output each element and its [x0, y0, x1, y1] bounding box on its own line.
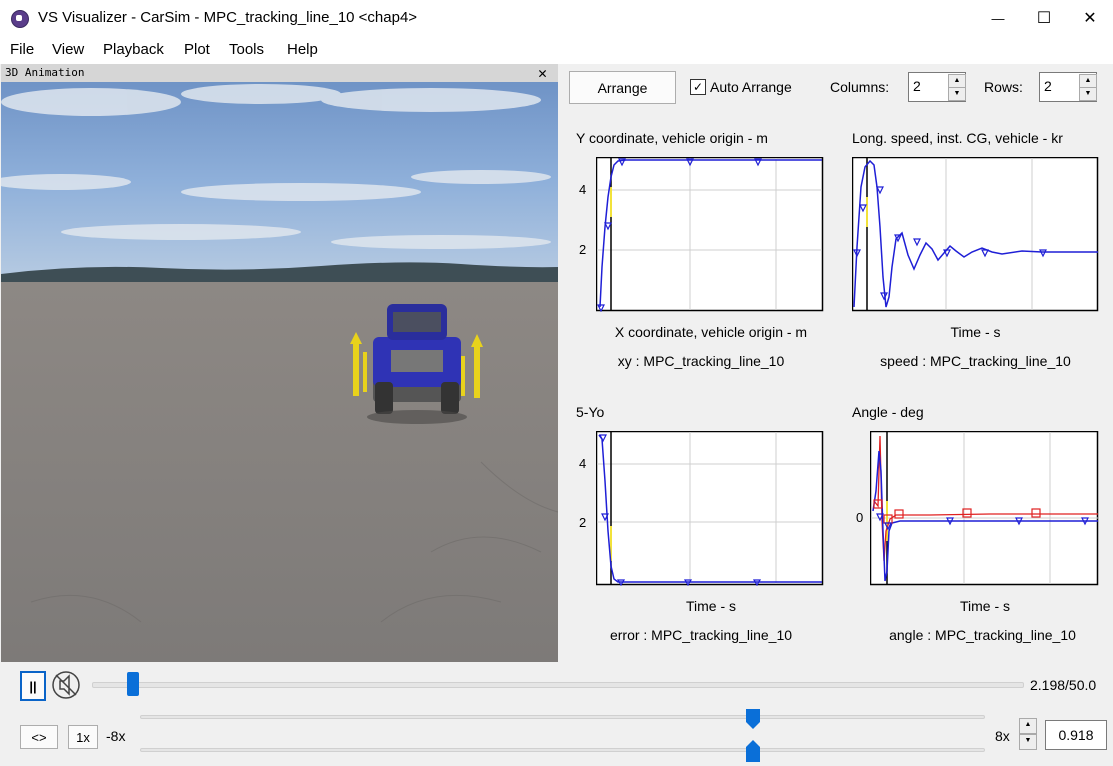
window-title: VS Visualizer - CarSim - MPC_tracking_li…: [38, 9, 418, 26]
speed-slider-thumb-lower[interactable]: [745, 739, 761, 763]
menu-view[interactable]: View: [52, 41, 84, 58]
plot-4-area[interactable]: [870, 431, 1099, 586]
menu-plot[interactable]: Plot: [184, 41, 210, 58]
animation-viewport[interactable]: [1, 82, 558, 662]
plot-3-legend: error : MPC_tracking_line_10: [609, 627, 793, 643]
plot-3-area[interactable]: [596, 431, 824, 586]
time-readout: 2.198/50.0: [1030, 677, 1097, 693]
minimize-button[interactable]: —: [975, 0, 1021, 36]
auto-arrange-label: Auto Arrange: [710, 79, 792, 95]
plot-2-area[interactable]: [852, 157, 1099, 312]
auto-arrange-checkbox[interactable]: ✓: [690, 79, 706, 95]
animation-panel: 3D Animation ✕: [1, 64, 558, 662]
speed-1x-label: 1x: [76, 729, 90, 745]
speed-min-label: -8x: [106, 728, 126, 744]
plot-3-title: 5-Yo: [576, 404, 605, 420]
plot-4-legend: angle : MPC_tracking_line_10: [889, 627, 1076, 643]
arrange-button[interactable]: Arrange: [569, 71, 676, 104]
plot-1-xlabel: X coordinate, vehicle origin - m: [614, 324, 808, 340]
reverse-icon: <>: [31, 729, 47, 745]
rows-up-icon[interactable]: ▲: [1079, 74, 1097, 88]
columns-down-icon[interactable]: ▼: [948, 87, 966, 101]
pause-button[interactable]: ||: [20, 671, 46, 701]
speed-max-label: 8x: [995, 728, 1010, 744]
rows-label: Rows:: [984, 79, 1023, 95]
minimize-icon: —: [991, 10, 1005, 26]
columns-value[interactable]: 2: [913, 78, 921, 94]
menu-file[interactable]: File: [10, 41, 34, 58]
close-icon: ✕: [1083, 10, 1097, 27]
plot-4-ytick: 0: [856, 510, 864, 525]
speed-1x-button[interactable]: 1x: [68, 725, 98, 749]
speed-slider-track[interactable]: [140, 715, 985, 719]
columns-spinbox[interactable]: 2 ▲ ▼: [908, 72, 966, 102]
plot-1-ytick: 4: [579, 182, 587, 197]
maximize-button[interactable]: ☐: [1021, 0, 1067, 36]
playback-controls: || 2.198/50.0 <> 1x -8x 8x ▲ ▼ 0.918: [0, 662, 1113, 766]
close-button[interactable]: ✕: [1067, 0, 1113, 36]
menu-playback[interactable]: Playback: [103, 41, 164, 58]
rows-down-icon[interactable]: ▼: [1079, 87, 1097, 101]
check-icon: ✓: [692, 80, 704, 94]
speed-slider-thumb[interactable]: [745, 708, 761, 730]
speed-value: 0.918: [1058, 727, 1094, 743]
plot-4-xlabel: Time - s: [959, 598, 1011, 614]
plot-1-area[interactable]: [596, 157, 824, 312]
plot-1-legend: xy : MPC_tracking_line_10: [617, 353, 785, 369]
speed-spinner[interactable]: ▲ ▼: [1019, 718, 1037, 750]
animation-header: 3D Animation ✕: [1, 64, 558, 82]
animation-title: 3D Animation: [5, 66, 85, 79]
rows-value[interactable]: 2: [1044, 78, 1052, 94]
plot-3-ytick: 4: [579, 456, 587, 471]
mute-icon: [52, 671, 80, 699]
menu-tools[interactable]: Tools: [229, 41, 264, 58]
speed-down-icon[interactable]: ▼: [1019, 734, 1037, 750]
maximize-icon: ☐: [1036, 10, 1052, 27]
app-icon: [11, 10, 29, 28]
menu-help[interactable]: Help: [287, 41, 318, 58]
time-slider-thumb[interactable]: [127, 672, 139, 696]
animation-close-icon[interactable]: ✕: [538, 64, 547, 82]
menu-bar: File View Playback Plot Tools Help: [0, 36, 1113, 64]
plot-3-xlabel: Time - s: [685, 598, 737, 614]
rows-spinbox[interactable]: 2 ▲ ▼: [1039, 72, 1097, 102]
ground: [1, 282, 558, 662]
speed-value-field[interactable]: 0.918: [1045, 720, 1107, 750]
plot-1-title: Y coordinate, vehicle origin - m: [576, 130, 768, 146]
mute-button[interactable]: [50, 669, 82, 701]
plot-2-legend: speed : MPC_tracking_line_10: [880, 353, 1071, 369]
plot-4-title: Angle - deg: [852, 404, 924, 420]
speed-slider-track-lower[interactable]: [140, 748, 985, 752]
title-bar: VS Visualizer - CarSim - MPC_tracking_li…: [0, 0, 1113, 36]
plot-1-ytick: 2: [579, 242, 587, 257]
plot-2-xlabel: Time - s: [950, 324, 1001, 340]
reverse-button[interactable]: <>: [20, 725, 58, 749]
time-slider-track[interactable]: [92, 682, 1024, 688]
plot-3-ytick: 2: [579, 515, 587, 530]
speed-up-icon[interactable]: ▲: [1019, 718, 1037, 734]
plot-2-title: Long. speed, inst. CG, vehicle - kr: [852, 130, 1063, 146]
columns-label: Columns:: [830, 79, 890, 95]
columns-up-icon[interactable]: ▲: [948, 74, 966, 88]
pause-icon: ||: [29, 678, 37, 694]
